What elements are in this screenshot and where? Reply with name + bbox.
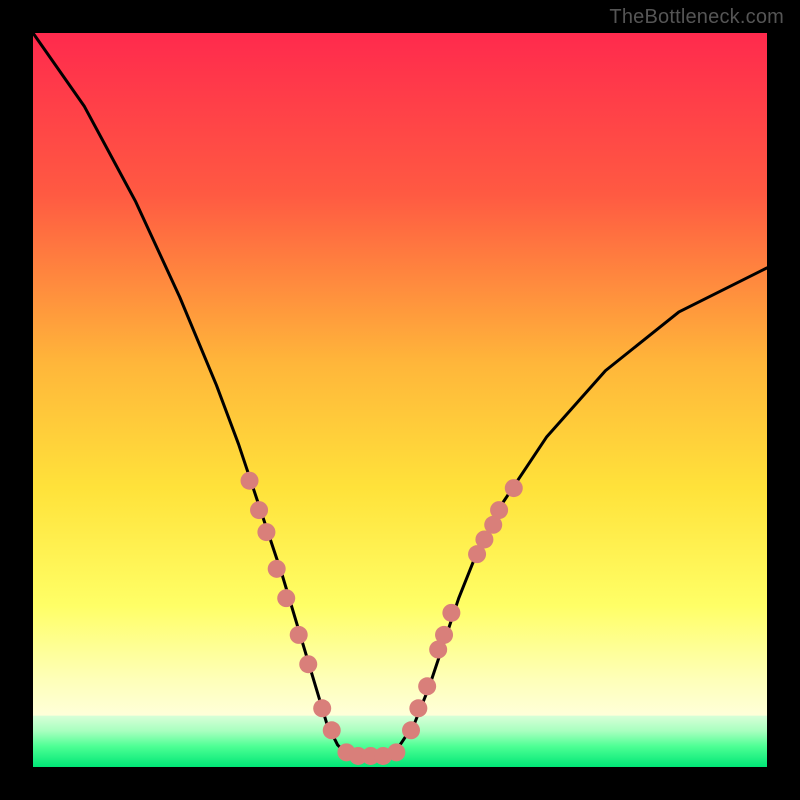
plot-area [33, 33, 767, 767]
chart-frame: TheBottleneck.com [0, 0, 800, 800]
bottleneck-curve [33, 33, 767, 756]
curve-layer [33, 33, 767, 767]
attribution-text: TheBottleneck.com [609, 6, 784, 29]
